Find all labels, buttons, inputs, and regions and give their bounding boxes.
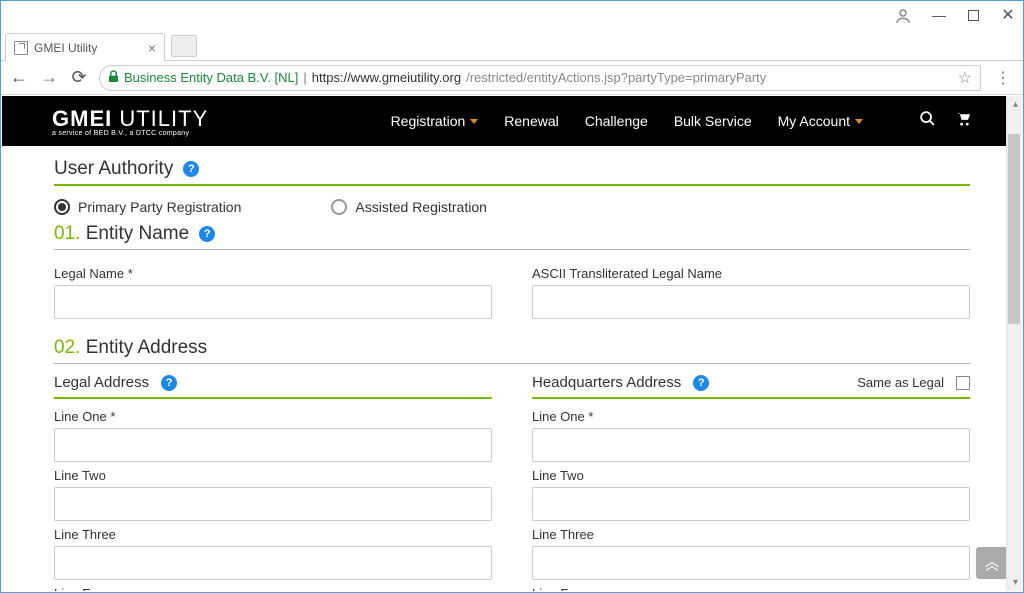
section-number: 01.: [54, 223, 80, 244]
cart-icon[interactable]: [954, 110, 972, 132]
forward-button: →: [39, 67, 59, 88]
legal-address-subheading: Legal Address ?: [54, 374, 492, 391]
browser-tab-strip: GMEI Utility ×: [1, 29, 1023, 61]
divider: [54, 397, 492, 399]
maximize-button[interactable]: [968, 10, 979, 21]
browser-menu-icon[interactable]: ⋮: [991, 68, 1015, 88]
new-tab-button[interactable]: [171, 35, 197, 57]
legal-line3-input[interactable]: [54, 546, 492, 580]
browser-tab[interactable]: GMEI Utility ×: [5, 33, 165, 61]
logo-tagline: a service of BED B.V., a DTCC company: [52, 130, 208, 137]
nav-challenge[interactable]: Challenge: [585, 113, 648, 129]
hq-line2-input[interactable]: [532, 487, 970, 521]
nav-bulk-service[interactable]: Bulk Service: [674, 113, 752, 129]
tab-close-icon[interactable]: ×: [148, 40, 156, 56]
minimize-button[interactable]: —: [932, 8, 946, 22]
back-button[interactable]: ←: [9, 67, 29, 88]
line2-label: Line Two: [532, 468, 970, 483]
radio-label: Assisted Registration: [355, 199, 487, 215]
help-icon[interactable]: ?: [199, 226, 215, 242]
entity-address-heading: 02. Entity Address: [54, 337, 970, 359]
url-separator: |: [303, 70, 306, 85]
page-favicon-icon: [14, 41, 28, 55]
authority-radio-group: Primary Party Registration Assisted Regi…: [54, 194, 970, 223]
line2-label: Line Two: [54, 468, 492, 483]
radio-primary-party[interactable]: Primary Party Registration: [54, 199, 241, 215]
divider: [532, 397, 970, 399]
radio-icon: [331, 199, 347, 215]
section-label: User Authority: [54, 158, 173, 180]
site-logo[interactable]: GMEI UTILITY a service of BED B.V., a DT…: [52, 106, 208, 137]
hq-line3-input[interactable]: [532, 546, 970, 580]
help-icon[interactable]: ?: [183, 161, 199, 177]
chevron-up-icon: ︿: [985, 561, 999, 569]
bookmark-star-icon[interactable]: ☆: [958, 68, 972, 88]
section-label: Entity Name: [86, 223, 189, 244]
line1-label: Line One *: [54, 409, 492, 424]
scrollbar-thumb[interactable]: [1008, 134, 1020, 324]
radio-assisted[interactable]: Assisted Registration: [331, 199, 487, 215]
form-content: User Authority ? Primary Party Registrat…: [2, 146, 1022, 591]
main-nav: Registration Renewal Challenge Bulk Serv…: [391, 110, 972, 132]
url-host: https://www.gmeiutility.org: [312, 70, 461, 85]
line3-label: Line Three: [532, 527, 970, 542]
browser-toolbar: ← → ⟳ Business Entity Data B.V. [NL] | h…: [1, 61, 1023, 95]
chevron-down-icon: [470, 119, 478, 124]
legal-line1-input[interactable]: [54, 428, 492, 462]
nav-registration[interactable]: Registration: [391, 113, 479, 129]
ascii-name-input[interactable]: [532, 285, 970, 319]
window-titlebar: — ✕: [1, 1, 1023, 29]
legal-line2-input[interactable]: [54, 487, 492, 521]
radio-icon: [54, 199, 70, 215]
help-icon[interactable]: ?: [693, 375, 709, 391]
hq-address-subheading: Headquarters Address ? Same as Legal: [532, 374, 970, 391]
divider: [54, 363, 970, 364]
chevron-down-icon: [855, 119, 863, 124]
reload-button[interactable]: ⟳: [69, 67, 89, 88]
scrollbar[interactable]: ▴ ▾: [1006, 96, 1022, 591]
scroll-to-top-button[interactable]: ︿ ︿: [976, 547, 1008, 579]
url-path: /restricted/entityActions.jsp?partyType=…: [466, 70, 766, 85]
line1-label: Line One *: [532, 409, 970, 424]
divider: [54, 249, 970, 250]
line3-label: Line Three: [54, 527, 492, 542]
logo-sub: UTILITY: [119, 106, 208, 131]
legal-name-label: Legal Name *: [54, 266, 492, 281]
lock-icon: [108, 70, 119, 86]
nav-label: My Account: [778, 113, 850, 129]
site-header: GMEI UTILITY a service of BED B.V., a DT…: [2, 96, 1022, 146]
close-window-button[interactable]: ✕: [1001, 8, 1015, 22]
logo-main: GMEI: [52, 106, 112, 131]
divider: [54, 184, 970, 186]
nav-my-account[interactable]: My Account: [778, 113, 863, 129]
page-viewport: GMEI UTILITY a service of BED B.V., a DT…: [2, 96, 1022, 591]
user-profile-icon[interactable]: [894, 7, 910, 23]
ascii-name-label: ASCII Transliterated Legal Name: [532, 266, 970, 281]
help-icon[interactable]: ?: [161, 375, 177, 391]
scroll-down-icon[interactable]: ▾: [1013, 577, 1018, 588]
secure-origin-label: Business Entity Data B.V. [NL]: [124, 70, 298, 85]
entity-name-heading: 01. Entity Name ?: [54, 223, 970, 245]
user-authority-heading: User Authority ?: [54, 158, 970, 180]
same-as-legal-label: Same as Legal: [857, 375, 944, 390]
tab-title: GMEI Utility: [34, 41, 97, 55]
address-bar[interactable]: Business Entity Data B.V. [NL] | https:/…: [99, 65, 981, 91]
same-as-legal-checkbox[interactable]: [956, 376, 970, 390]
search-icon[interactable]: [919, 110, 936, 132]
nav-label: Registration: [391, 113, 466, 129]
sub-label: Legal Address: [54, 374, 149, 391]
section-number: 02.: [54, 337, 80, 358]
sub-label: Headquarters Address: [532, 374, 681, 391]
scroll-up-icon[interactable]: ▴: [1013, 99, 1018, 110]
section-label: Entity Address: [86, 337, 207, 358]
line4-label: Line Four: [532, 586, 970, 591]
nav-renewal[interactable]: Renewal: [504, 113, 558, 129]
hq-line1-input[interactable]: [532, 428, 970, 462]
line4-label: Line Four: [54, 586, 492, 591]
radio-label: Primary Party Registration: [78, 199, 241, 215]
legal-name-input[interactable]: [54, 285, 492, 319]
